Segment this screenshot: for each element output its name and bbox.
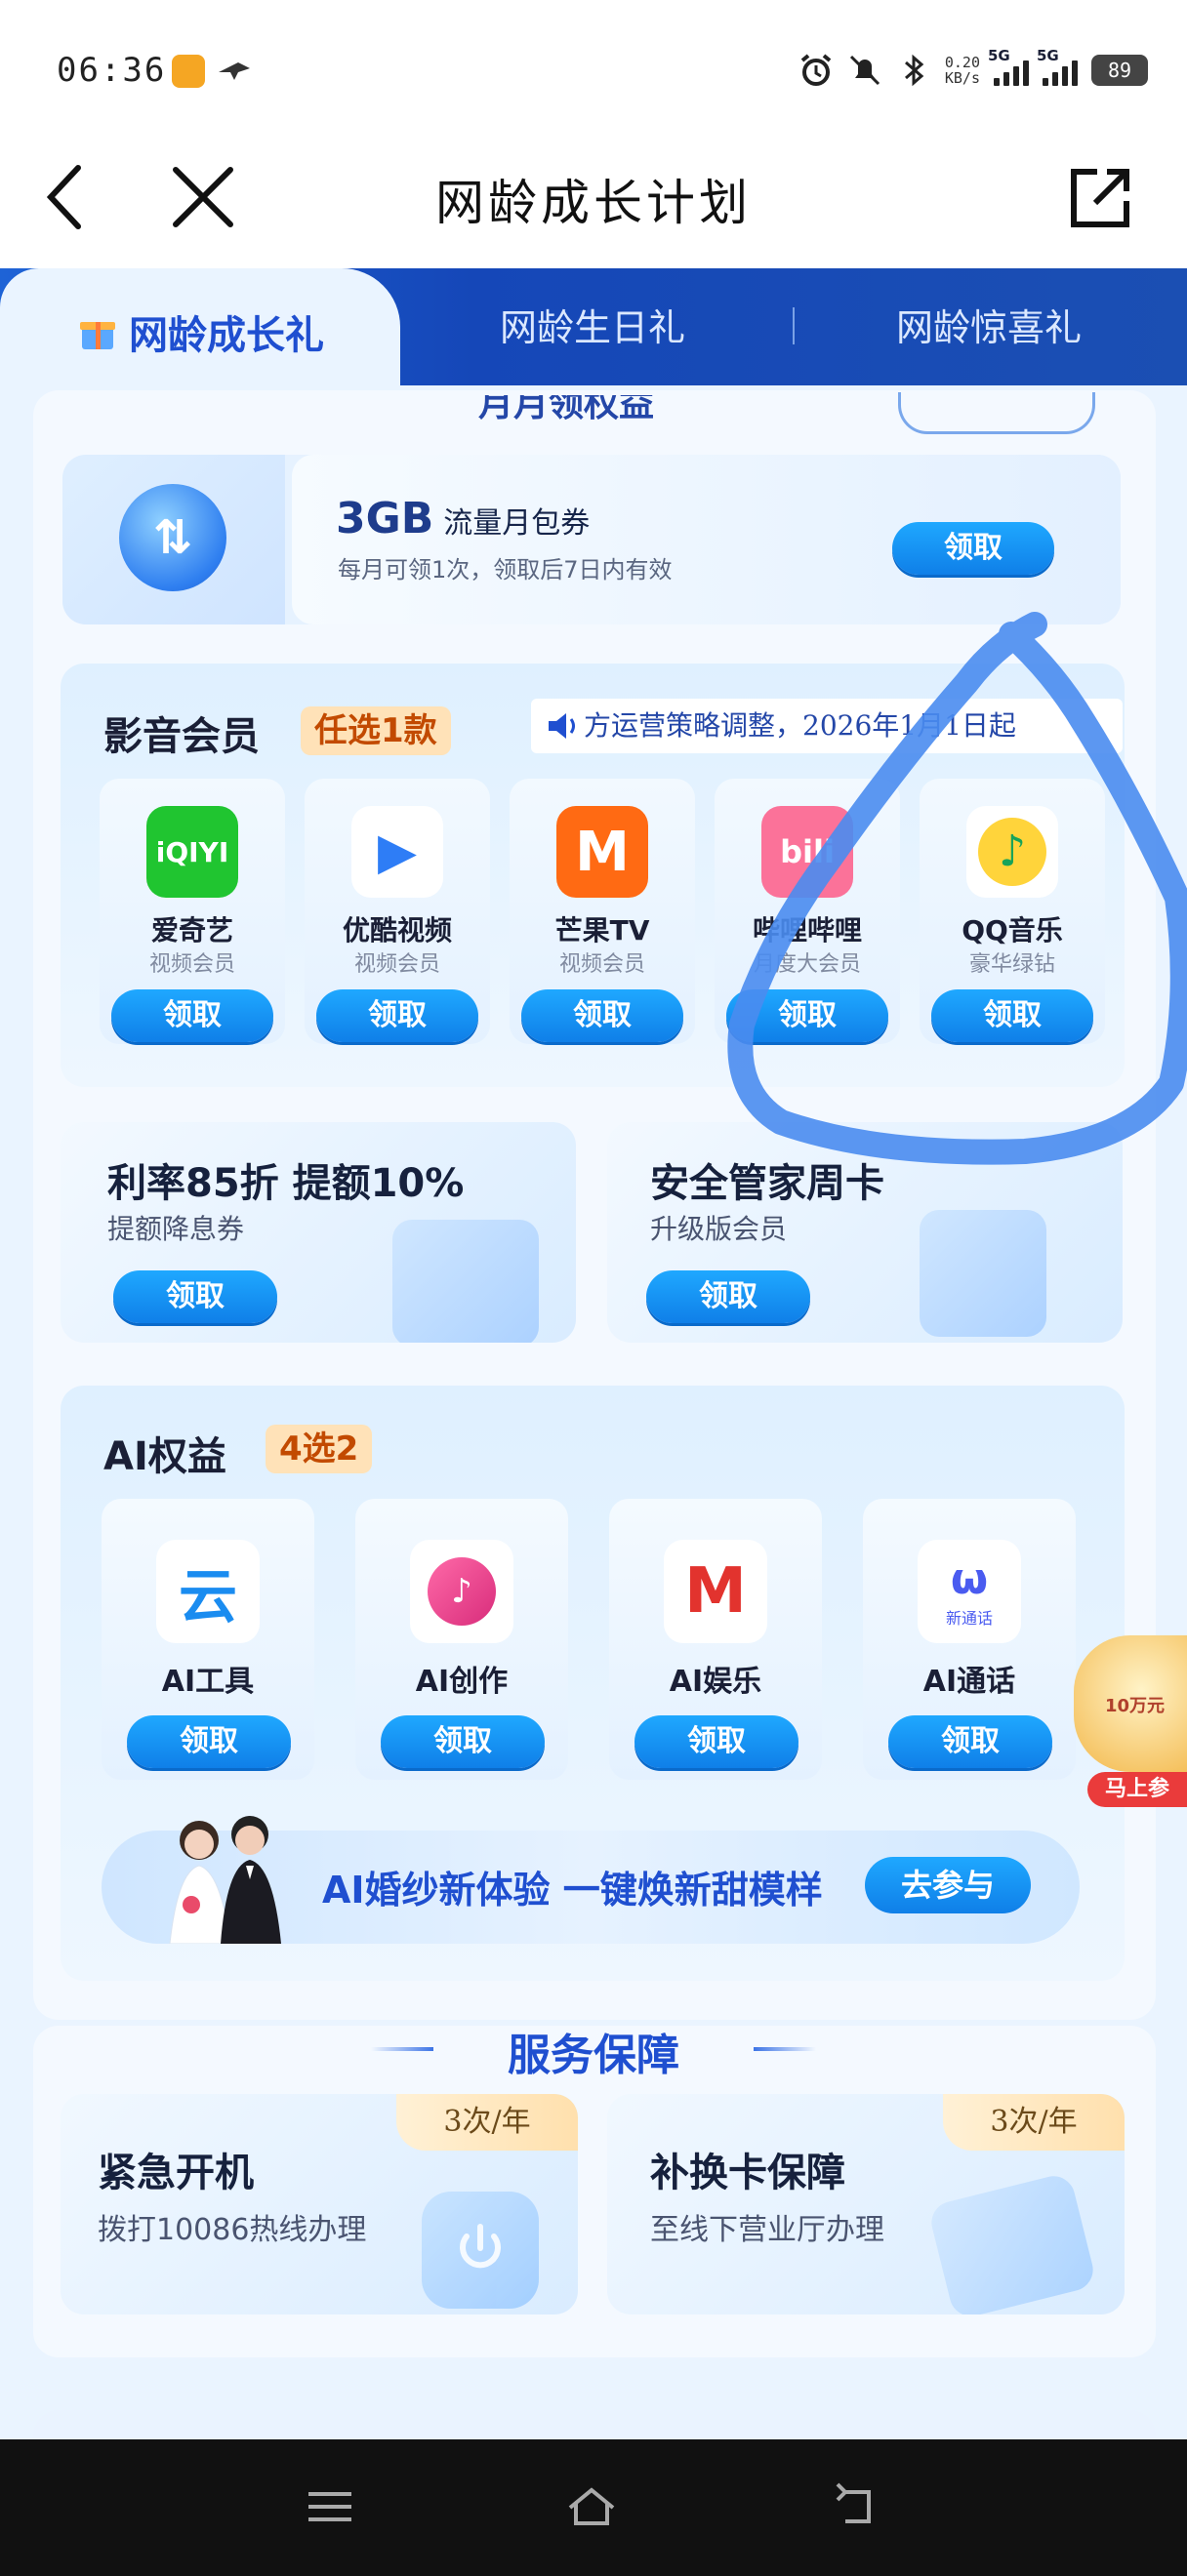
title-line-left (371, 2047, 433, 2051)
floating-gift-widget[interactable]: 10万元 马上参 (1062, 1635, 1187, 1811)
section-title-monthly: 月月领权益 (478, 395, 655, 424)
app-subtitle: 视频会员 (353, 952, 440, 977)
service-emergency-subtitle: 拨打10086热线办理 (98, 2213, 367, 2247)
status-time: 06:36 (57, 51, 167, 90)
ai-item-name: AI娱乐 (669, 1665, 762, 1699)
claim-mango-button[interactable]: 领取 (521, 989, 683, 1042)
coin-decoration (392, 1220, 539, 1343)
ai-create-icon: ♪ (410, 1540, 513, 1643)
speaker-icon (549, 713, 575, 739)
float-gift-amount: 10万元 (1105, 1696, 1166, 1716)
claim-iqiyi-button[interactable]: 领取 (111, 989, 273, 1042)
media-section-title: 影音会员 (103, 714, 260, 759)
status-bar: 06:36 0.20 KB/s 5G 5G 89 (0, 0, 1187, 137)
flow-claim-button[interactable]: 领取 (892, 522, 1054, 575)
tab-surprise-gift[interactable]: 网龄惊喜礼 (896, 298, 1082, 351)
service-simcard-title: 补换卡保障 (650, 2151, 845, 2195)
app-name: 芒果TV (554, 914, 650, 946)
join-button[interactable]: 去参与 (865, 1857, 1031, 1913)
flow-coin-icon: ⇅ (119, 484, 226, 591)
tab-growth-gift[interactable]: 网龄成长礼 (0, 268, 400, 395)
service-quota-tag: 3次/年 (396, 2094, 578, 2151)
ai-wedding-text: AI婚纱新体验 一键焕新甜模样 (322, 1869, 823, 1912)
shield-decoration (920, 1210, 1046, 1337)
system-nav-bar (0, 2439, 1187, 2576)
app-notification-icon (172, 55, 205, 88)
promo-loan-title: 利率85折 提额10% (107, 1161, 465, 1206)
app-subtitle: 视频会员 (558, 952, 645, 977)
alarm-icon (800, 54, 832, 86)
service-emergency-card[interactable]: 3次/年 (61, 2094, 578, 2314)
wedding-couple-image (169, 1816, 281, 1944)
service-quota-tag: 3次/年 (943, 2094, 1125, 2151)
service-simcard-subtitle: 至线下营业厅办理 (650, 2213, 884, 2247)
app-subtitle: 豪华绿钻 (968, 952, 1055, 977)
claim-qqmusic-button[interactable]: 领取 (931, 989, 1093, 1042)
app-name: QQ音乐 (962, 914, 1063, 946)
tab-label: 网龄成长礼 (129, 313, 324, 358)
claim-ai-entertain-button[interactable]: 领取 (634, 1715, 798, 1768)
bird-notification-icon (219, 62, 250, 80)
notice-marquee: 方运营策略调整，2026年1月1日起 (531, 699, 1123, 753)
promo-security-title: 安全管家周卡 (650, 1161, 884, 1206)
home-icon[interactable] (564, 2482, 619, 2531)
ai-tool-icon: 云 (156, 1540, 260, 1643)
next-section-edge (33, 2410, 1156, 2443)
promo-security-claim-button[interactable]: 领取 (646, 1270, 810, 1323)
tab-birthday-gift[interactable]: 网龄生日礼 (500, 298, 685, 351)
claim-youku-button[interactable]: 领取 (316, 989, 478, 1042)
mango-logo-icon: M (556, 806, 648, 898)
promo-loan-subtitle: 提额降息券 (107, 1213, 245, 1245)
signal-2-icon: 5G (1037, 47, 1078, 86)
app-subtitle: 月度大会员 (753, 952, 861, 977)
ai-choose-badge: 4选2 (266, 1425, 373, 1473)
flow-title: 3GB 流量月包券 (336, 494, 591, 543)
service-section-title: 服务保障 (508, 2031, 679, 2080)
nav-bar: 网龄成长计划 (0, 137, 1187, 268)
back-nav-icon[interactable] (830, 2482, 884, 2531)
bilibili-logo-icon: bili (761, 806, 853, 898)
power-icon (422, 2192, 539, 2309)
promo-security-subtitle: 升级版会员 (650, 1213, 788, 1245)
menu-icon[interactable] (303, 2482, 357, 2531)
ai-section-title: AI权益 (103, 1434, 226, 1479)
service-simcard-card[interactable]: 3次/年 (607, 2094, 1125, 2314)
battery-icon: 89 (1091, 55, 1148, 86)
iqiyi-logo-icon: iQIYI (146, 806, 238, 898)
mute-bell-icon (849, 55, 880, 86)
bluetooth-icon (904, 54, 924, 87)
tab-bar: 网龄成长礼 网龄生日礼 网龄惊喜礼 (0, 268, 1187, 395)
ai-item-name: AI创作 (415, 1665, 509, 1699)
ai-item-name: AI通话 (922, 1665, 1016, 1699)
section-pill (898, 392, 1095, 434)
title-line-right (754, 2047, 816, 2051)
page-title: 网龄成长计划 (435, 175, 752, 231)
service-emergency-title: 紧急开机 (98, 2151, 254, 2195)
claim-ai-tool-button[interactable]: 领取 (127, 1715, 291, 1768)
claim-ai-call-button[interactable]: 领取 (888, 1715, 1052, 1768)
share-icon[interactable] (1062, 158, 1140, 236)
gift-icon (80, 322, 115, 349)
tab-divider (793, 307, 795, 344)
ai-item-name: AI工具 (161, 1665, 255, 1699)
promo-loan-claim-button[interactable]: 领取 (113, 1270, 277, 1323)
ai-entertain-icon: M (664, 1540, 767, 1643)
signal-1-icon: 5G (988, 47, 1029, 86)
app-subtitle: 视频会员 (148, 952, 235, 977)
qqmusic-logo-icon: ♪ (966, 806, 1058, 898)
claim-bilibili-button[interactable]: 领取 (726, 989, 888, 1042)
youku-logo-icon: ▶ (351, 806, 443, 898)
network-speed: 0.20 KB/s (944, 54, 980, 87)
flow-subtitle: 每月可领1次，领取后7日内有效 (338, 556, 673, 584)
media-choose-badge: 任选1款 (301, 706, 451, 755)
app-name: 爱奇艺 (150, 914, 233, 946)
float-gift-button[interactable]: 马上参 (1087, 1772, 1187, 1807)
app-name: 哔哩哔哩 (752, 914, 862, 946)
claim-ai-create-button[interactable]: 领取 (381, 1715, 545, 1768)
ai-call-icon: ω 新通话 (918, 1540, 1021, 1643)
app-name: 优酷视频 (342, 914, 452, 946)
sim-card-icon (926, 2171, 1098, 2314)
